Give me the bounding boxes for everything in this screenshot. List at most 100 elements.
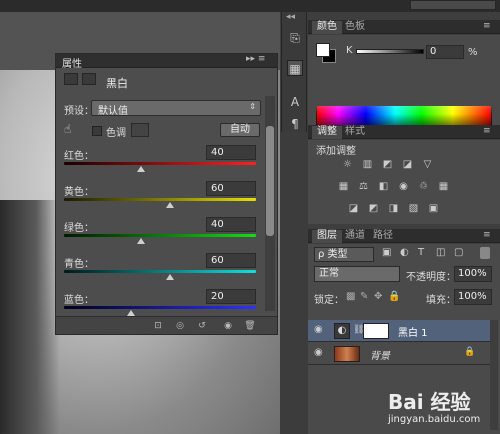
adjustment-type-icon[interactable]: ◧ [376, 180, 391, 193]
tab-swatches[interactable]: 色板 [340, 21, 370, 34]
opacity-field[interactable]: 100% [454, 266, 492, 282]
adjustment-type-icon[interactable]: ▽ [420, 158, 435, 171]
tab-paths[interactable]: 路径 [368, 230, 398, 243]
tint-color-swatch[interactable] [131, 123, 149, 137]
slider-value-field[interactable]: 60 [206, 181, 256, 196]
panel-menu-icon[interactable]: ≡ [483, 126, 491, 136]
layer-row-adjustment[interactable]: ◉ ◐ ⛓ 黑白 1 [308, 320, 490, 342]
character-icon[interactable]: A [287, 94, 303, 110]
tab-styles[interactable]: 样式 [340, 126, 370, 139]
slider-label: 绿色： [64, 223, 94, 234]
lock-position-icon[interactable]: ✥ [374, 291, 382, 302]
lock-all-icon[interactable]: 🔒 [388, 291, 400, 302]
tab-color[interactable]: 颜色 [312, 21, 342, 34]
lock-transparent-icon[interactable]: ▩ [346, 291, 355, 302]
workspace-switcher[interactable] [410, 0, 496, 10]
tab-adjustments[interactable]: 调整 [312, 126, 342, 139]
adjustment-type-icon[interactable]: ◉ [396, 180, 411, 193]
slider-thumb[interactable] [127, 310, 136, 316]
opacity-label: 不透明度： [406, 272, 456, 283]
blend-mode-dropdown[interactable]: 正常 [314, 266, 400, 282]
slider-track[interactable] [64, 234, 256, 237]
adjustment-type-icon[interactable]: ▧ [406, 202, 421, 215]
lock-image-icon[interactable]: ✎ [360, 291, 368, 302]
visibility-icon[interactable]: ◉ [222, 321, 234, 331]
scrollbar-thumb[interactable] [266, 126, 274, 236]
slider-thumb[interactable] [136, 166, 145, 172]
tint-checkbox[interactable] [92, 126, 102, 136]
panel-menu-icon[interactable]: ≡ [483, 21, 491, 31]
history-icon[interactable]: ⎘ [287, 30, 303, 46]
slider-track[interactable] [64, 198, 256, 201]
panel-menu-icon[interactable]: ▸▸ ≡ [246, 54, 265, 64]
paragraph-icon[interactable]: ¶ [287, 116, 303, 132]
filter-toggle[interactable] [480, 247, 490, 259]
filter-pixel-icon[interactable]: ▣ [382, 247, 391, 258]
slider-thumb[interactable] [136, 238, 145, 244]
slider-value-field[interactable]: 60 [206, 253, 256, 268]
adjustment-type-icon[interactable]: ▣ [426, 202, 441, 215]
clip-to-layer-icon[interactable]: ⊡ [152, 321, 164, 331]
layer-filter-dropdown[interactable]: ρ 类型 [314, 247, 374, 262]
slider-thumb[interactable] [165, 202, 174, 208]
preset-dropdown[interactable]: 默认值 ⇕ [91, 100, 261, 117]
layer-thumbnail[interactable] [334, 346, 360, 362]
slider-value-field[interactable]: 40 [206, 217, 256, 232]
tab-layers[interactable]: 图层 [312, 230, 342, 243]
filter-smart-object-icon[interactable]: ▢ [454, 247, 463, 258]
filter-adjustment-icon[interactable]: ◐ [400, 247, 409, 258]
properties-panel-title: 属性 [62, 59, 82, 70]
spectrum-shade [316, 105, 492, 127]
color-panel: K 0 % [308, 35, 500, 132]
slider-track[interactable] [64, 270, 256, 273]
adjustment-type-icon[interactable]: ◩ [380, 158, 395, 171]
panel-menu-icon[interactable]: ≡ [483, 230, 491, 240]
k-unit: % [468, 47, 478, 58]
k-slider[interactable] [356, 49, 424, 54]
mask-thumbnail[interactable] [363, 323, 389, 339]
filter-type-icon[interactable]: T [418, 247, 424, 258]
view-previous-icon[interactable]: ◎ [174, 321, 186, 331]
properties-scrollbar[interactable] [265, 96, 275, 311]
adjustment-type-icon[interactable]: ▥ [360, 158, 375, 171]
eye-icon[interactable]: ◉ [314, 324, 323, 335]
properties-panel-header[interactable]: 属性 ▸▸ ≡ [56, 54, 277, 70]
fill-field[interactable]: 100% [454, 289, 492, 305]
slider-value-field[interactable]: 40 [206, 145, 256, 160]
adjustment-type-icon[interactable]: ◪ [400, 158, 415, 171]
auto-button[interactable]: 自动 [220, 123, 260, 137]
adjustment-type-icon[interactable]: ◨ [386, 202, 401, 215]
adjustment-type-icon[interactable]: ♲ [416, 180, 431, 193]
adjustments-panel: 添加调整 ☼ ▥ ◩ ◪ ▽ ▦ ⚖ ◧ ◉ ♲ ▦ ◪ ◩ ◨ ▧ ▣ [308, 140, 500, 224]
tab-channels[interactable]: 通道 [340, 230, 370, 243]
properties-icon[interactable]: ▦ [287, 60, 303, 76]
adjustment-type-icon[interactable]: ☼ [340, 158, 355, 171]
layer-name[interactable]: 背景 [370, 347, 390, 362]
delete-icon[interactable]: 🗑 [244, 321, 256, 331]
layers-tabbar: 图层 通道 路径 ≡ [308, 229, 500, 243]
adjustment-layer-icon[interactable] [64, 73, 78, 85]
collapse-icon[interactable]: ◂◂ [286, 12, 295, 22]
mask-icon[interactable] [82, 73, 96, 85]
adjustment-type-icon[interactable]: ◪ [346, 202, 361, 215]
slider-value-field[interactable]: 20 [206, 289, 256, 304]
layer-name[interactable]: 黑白 1 [398, 324, 428, 339]
foreground-color-swatch[interactable] [316, 43, 330, 57]
eye-icon[interactable]: ◉ [314, 347, 323, 358]
adjustment-type-icon[interactable]: ◩ [366, 202, 381, 215]
slider-thumb[interactable] [165, 274, 174, 280]
reset-icon[interactable]: ↺ [196, 321, 208, 331]
targeted-adjustment-hand-icon[interactable]: ☝ [64, 122, 71, 136]
adjustment-type-icon[interactable]: ▦ [336, 180, 351, 193]
adjustment-type-icon[interactable]: ⚖ [356, 180, 371, 193]
watermark-brand: Bai 经验 [388, 390, 471, 414]
layer-row-background[interactable]: ◉ 背景 🔒 [308, 343, 490, 365]
slider-track[interactable] [64, 162, 256, 165]
slider-track[interactable] [64, 306, 256, 309]
slider-label: 蓝色： [64, 295, 94, 306]
filter-shape-icon[interactable]: ◫ [436, 247, 445, 258]
k-value-field[interactable]: 0 [426, 45, 464, 59]
add-adjustment-title: 添加调整 [316, 146, 356, 157]
adjustment-thumbnail-icon[interactable]: ◐ [334, 323, 350, 339]
adjustment-type-icon[interactable]: ▦ [436, 180, 451, 193]
